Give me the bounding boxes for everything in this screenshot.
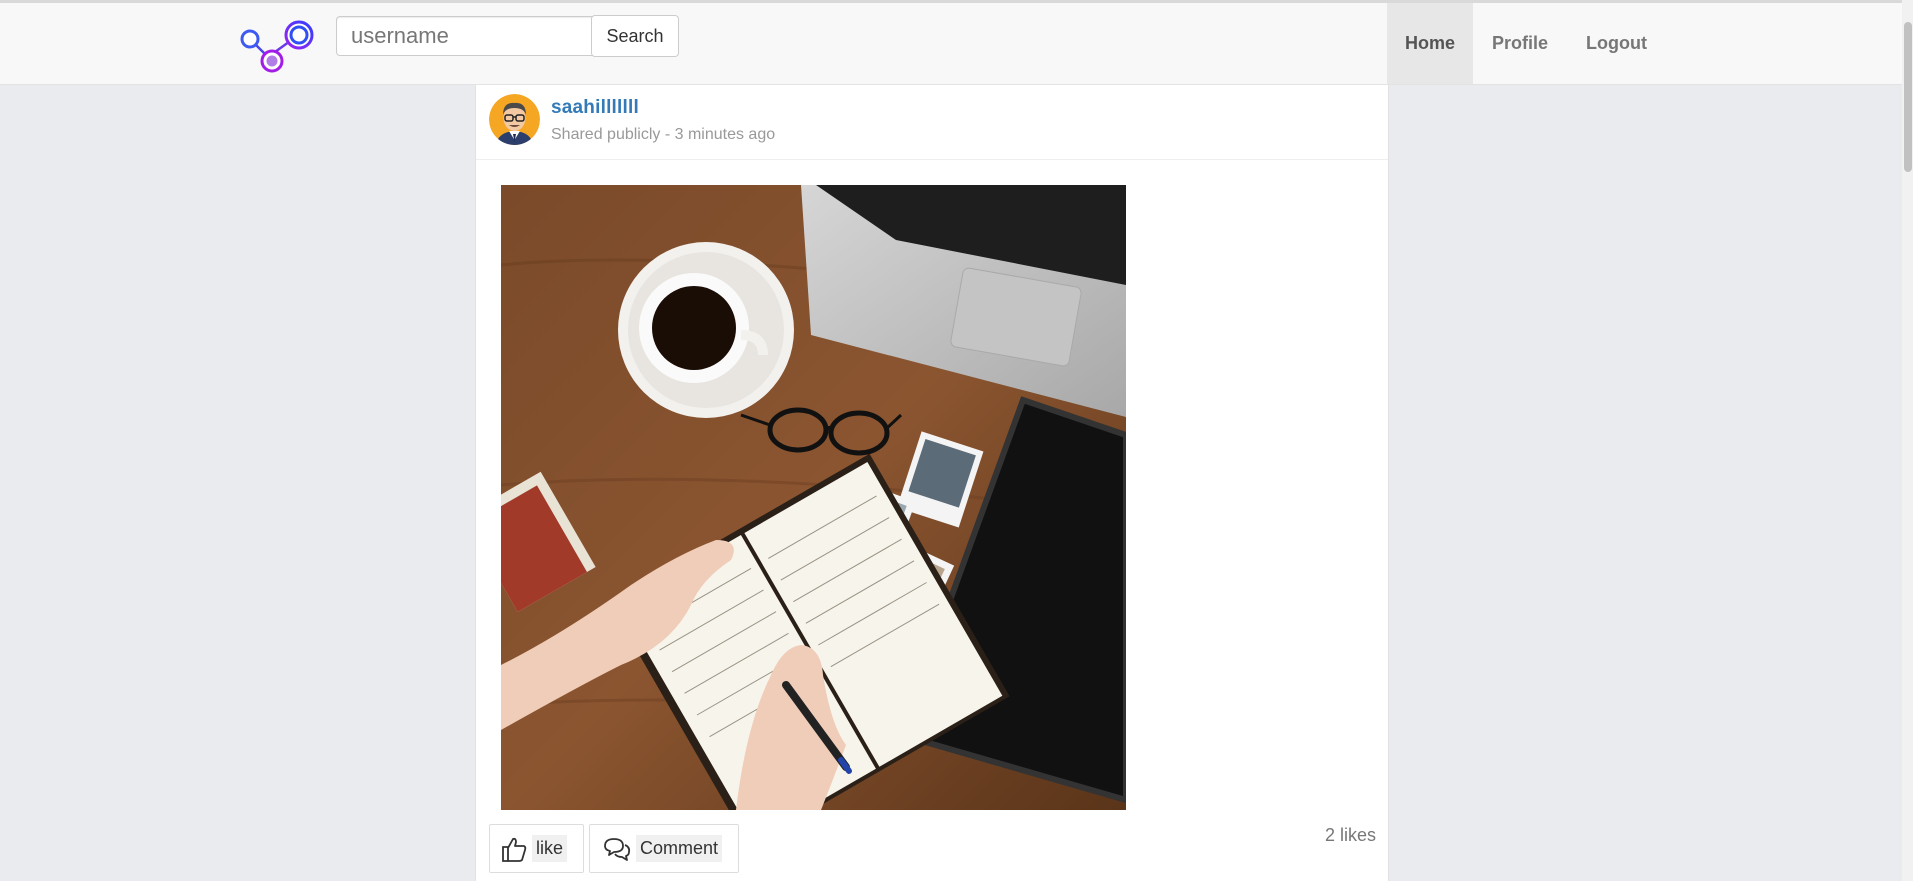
search-input[interactable] (336, 16, 604, 56)
top-navbar: Search Home Profile Logout (0, 3, 1913, 85)
page-scrollbar[interactable] (1902, 0, 1913, 881)
comment-label: Comment (636, 835, 723, 862)
scrollbar-thumb[interactable] (1904, 22, 1912, 172)
post-meta: Shared publicly - 3 minutes ago (551, 126, 776, 143)
nav-home[interactable]: Home (1387, 3, 1473, 84)
post-image[interactable] (501, 185, 1126, 810)
likes-count[interactable]: 2 likes (1325, 825, 1376, 846)
post-header: saahilllllll Shared publicly - 3 minutes… (476, 85, 1388, 160)
nav-logout[interactable]: Logout (1567, 3, 1666, 84)
like-button[interactable]: like (489, 824, 584, 873)
search-button[interactable]: Search (591, 15, 679, 57)
nav-profile[interactable]: Profile (1473, 3, 1567, 84)
user-avatar-icon (489, 94, 540, 145)
nav-links: Home Profile Logout (1387, 3, 1666, 84)
like-label: like (532, 835, 568, 862)
app-logo-icon[interactable] (238, 17, 318, 75)
post-author-link[interactable]: saahilllllll (551, 97, 639, 119)
avatar[interactable] (489, 94, 540, 145)
desk-photo-image (501, 185, 1126, 810)
comment-icon (604, 837, 631, 861)
comment-button[interactable]: Comment (589, 824, 739, 873)
thumbs-up-icon (502, 837, 527, 862)
post-card: saahilllllll Shared publicly - 3 minutes… (475, 85, 1389, 881)
